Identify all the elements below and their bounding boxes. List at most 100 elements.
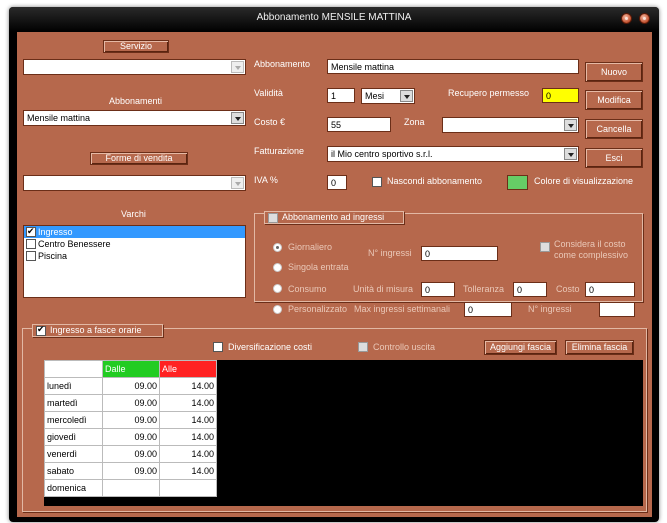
fatturazione-label: Fatturazione <box>254 146 305 156</box>
n-ingressi2-input[interactable] <box>599 302 635 317</box>
alle-cell[interactable]: 14.00 <box>159 462 217 480</box>
costo-ingressi-label: Costo <box>556 284 580 294</box>
validita-label: Validità <box>254 88 283 98</box>
max-ingressi-label: Max ingressi settimanali <box>354 304 451 314</box>
recupero-permesso-label: Recupero permesso <box>448 88 530 98</box>
alle-cell[interactable]: 14.00 <box>159 445 217 463</box>
checkbox[interactable] <box>26 239 36 249</box>
close-icon[interactable] <box>639 13 650 24</box>
dalle-cell[interactable]: 09.00 <box>102 428 160 446</box>
iva-input[interactable]: 0 <box>327 175 347 190</box>
diversificazione-label: Diversificazione costi <box>228 342 313 352</box>
diversificazione-checkbox[interactable] <box>213 342 223 352</box>
unita-input[interactable]: 0 <box>421 282 455 297</box>
chevron-down-icon[interactable] <box>400 90 413 102</box>
cancella-button[interactable]: Cancella <box>585 119 643 139</box>
varchi-item-centro-benessere[interactable]: Centro Benessere <box>24 238 245 250</box>
costo-input[interactable]: 55 <box>327 117 391 132</box>
alle-cell[interactable]: 14.00 <box>159 411 217 429</box>
varchi-label: Varchi <box>121 209 146 219</box>
n-ingressi-label: N° ingressi <box>368 248 412 258</box>
chevron-down-icon[interactable] <box>231 61 244 73</box>
chevron-down-icon[interactable] <box>564 148 577 160</box>
checkbox[interactable] <box>26 225 36 237</box>
varchi-item-piscina[interactable]: Piscina <box>24 250 245 262</box>
window-title: Abbonamento MENSILE MATTINA <box>256 12 412 23</box>
max-ingressi-input[interactable]: 0 <box>464 302 512 317</box>
personalizzato-radio[interactable] <box>273 305 282 314</box>
colore-swatch[interactable] <box>507 175 528 190</box>
dalle-cell[interactable] <box>102 479 160 497</box>
day-cell: giovedì <box>44 428 103 446</box>
iva-label: IVA % <box>254 175 278 185</box>
singola-entrata-label: Singola entrata <box>288 262 349 272</box>
elimina-fascia-button[interactable]: Elimina fascia <box>565 340 634 355</box>
table-row[interactable]: giovedì 09.00 14.00 <box>44 428 217 446</box>
table-row[interactable]: domenica <box>44 479 217 497</box>
table-row[interactable]: lunedì 09.00 14.00 <box>44 377 217 395</box>
fatturazione-select[interactable]: il Mio centro sportivo s.r.l. <box>327 146 579 162</box>
tolleranza-input[interactable]: 0 <box>513 282 547 297</box>
abbonamenti-select[interactable]: Mensile mattina <box>23 110 246 126</box>
servizio-tab: Servizio <box>103 40 169 53</box>
varchi-list[interactable]: Ingresso Centro Benessere Piscina <box>23 225 246 298</box>
forme-di-vendita-tab: Forme di vendita <box>90 152 188 165</box>
table-row[interactable]: martedì 09.00 14.00 <box>44 394 217 412</box>
varchi-item-ingresso[interactable]: Ingresso <box>24 225 245 238</box>
controllo-uscita-checkbox[interactable] <box>358 342 368 352</box>
minimize-icon[interactable] <box>621 13 632 24</box>
nuovo-button[interactable]: Nuovo <box>585 62 643 82</box>
personalizzato-label: Personalizzato <box>288 304 348 314</box>
n-ingressi-input[interactable]: 0 <box>421 246 498 261</box>
giornaliero-radio[interactable] <box>273 243 282 252</box>
validita-input[interactable]: 1 <box>327 88 355 103</box>
chevron-down-icon[interactable] <box>231 177 244 189</box>
nascondi-abbonamento-checkbox[interactable] <box>372 177 382 187</box>
forme-di-vendita-select[interactable] <box>23 175 246 191</box>
n-ingressi2-label: N° ingressi <box>528 304 572 314</box>
table-row[interactable]: sabato 09.00 14.00 <box>44 462 217 480</box>
dalle-cell[interactable]: 09.00 <box>102 377 160 395</box>
main-window: Abbonamento MENSILE MATTINA Servizio Abb… <box>9 7 659 522</box>
abbonamenti-label: Abbonamenti <box>109 96 163 106</box>
table-header-row: Dalle Alle <box>44 360 217 378</box>
consumo-radio[interactable] <box>273 284 282 293</box>
singola-entrata-radio[interactable] <box>273 263 282 272</box>
unita-label: Unità di misura <box>353 284 414 294</box>
checkbox[interactable] <box>26 251 36 261</box>
chevron-down-icon[interactable] <box>231 112 244 124</box>
alle-cell[interactable]: 14.00 <box>159 428 217 446</box>
chevron-down-icon[interactable] <box>564 119 577 131</box>
aggiungi-fascia-button[interactable]: Aggiungi fascia <box>484 340 557 355</box>
zona-select[interactable] <box>442 117 579 133</box>
alle-cell[interactable]: 14.00 <box>159 377 217 395</box>
fasce-orarie-checkbox[interactable] <box>36 324 46 336</box>
table-row[interactable]: venerdì 09.00 14.00 <box>44 445 217 463</box>
table-row[interactable]: mercoledì 09.00 14.00 <box>44 411 217 429</box>
abbonamento-ingressi-checkbox[interactable] <box>268 213 278 223</box>
abbonamento-label: Abbonamento <box>254 59 311 69</box>
col-header-dalle: Dalle <box>102 360 160 378</box>
recupero-permesso-input[interactable]: 0 <box>542 88 579 103</box>
fasce-grid[interactable]: Dalle Alle lunedì 09.00 14.00 martedì 09… <box>44 360 643 506</box>
dalle-cell[interactable]: 09.00 <box>102 462 160 480</box>
esci-button[interactable]: Esci <box>585 148 643 168</box>
alle-cell[interactable] <box>159 479 217 497</box>
dalle-cell[interactable]: 09.00 <box>102 411 160 429</box>
fasce-group-header: Ingresso a fasce orarie <box>32 324 163 337</box>
modifica-button[interactable]: Modifica <box>585 90 643 110</box>
day-cell: venerdì <box>44 445 103 463</box>
costo-label: Costo € <box>254 117 286 127</box>
alle-cell[interactable]: 14.00 <box>159 394 217 412</box>
day-cell: domenica <box>44 479 103 497</box>
considera-costo-checkbox[interactable] <box>540 242 550 252</box>
validita-unit-select[interactable]: Mesi <box>361 88 415 104</box>
dalle-cell[interactable]: 09.00 <box>102 445 160 463</box>
title-bar[interactable]: Abbonamento MENSILE MATTINA <box>9 7 659 32</box>
nascondi-abbonamento-label: Nascondi abbonamento <box>387 176 483 186</box>
servizio-select[interactable] <box>23 59 246 75</box>
abbonamento-input[interactable]: Mensile mattina <box>327 59 579 74</box>
costo-ingressi-input[interactable]: 0 <box>585 282 635 297</box>
controllo-uscita-label: Controllo uscita <box>373 342 436 352</box>
dalle-cell[interactable]: 09.00 <box>102 394 160 412</box>
